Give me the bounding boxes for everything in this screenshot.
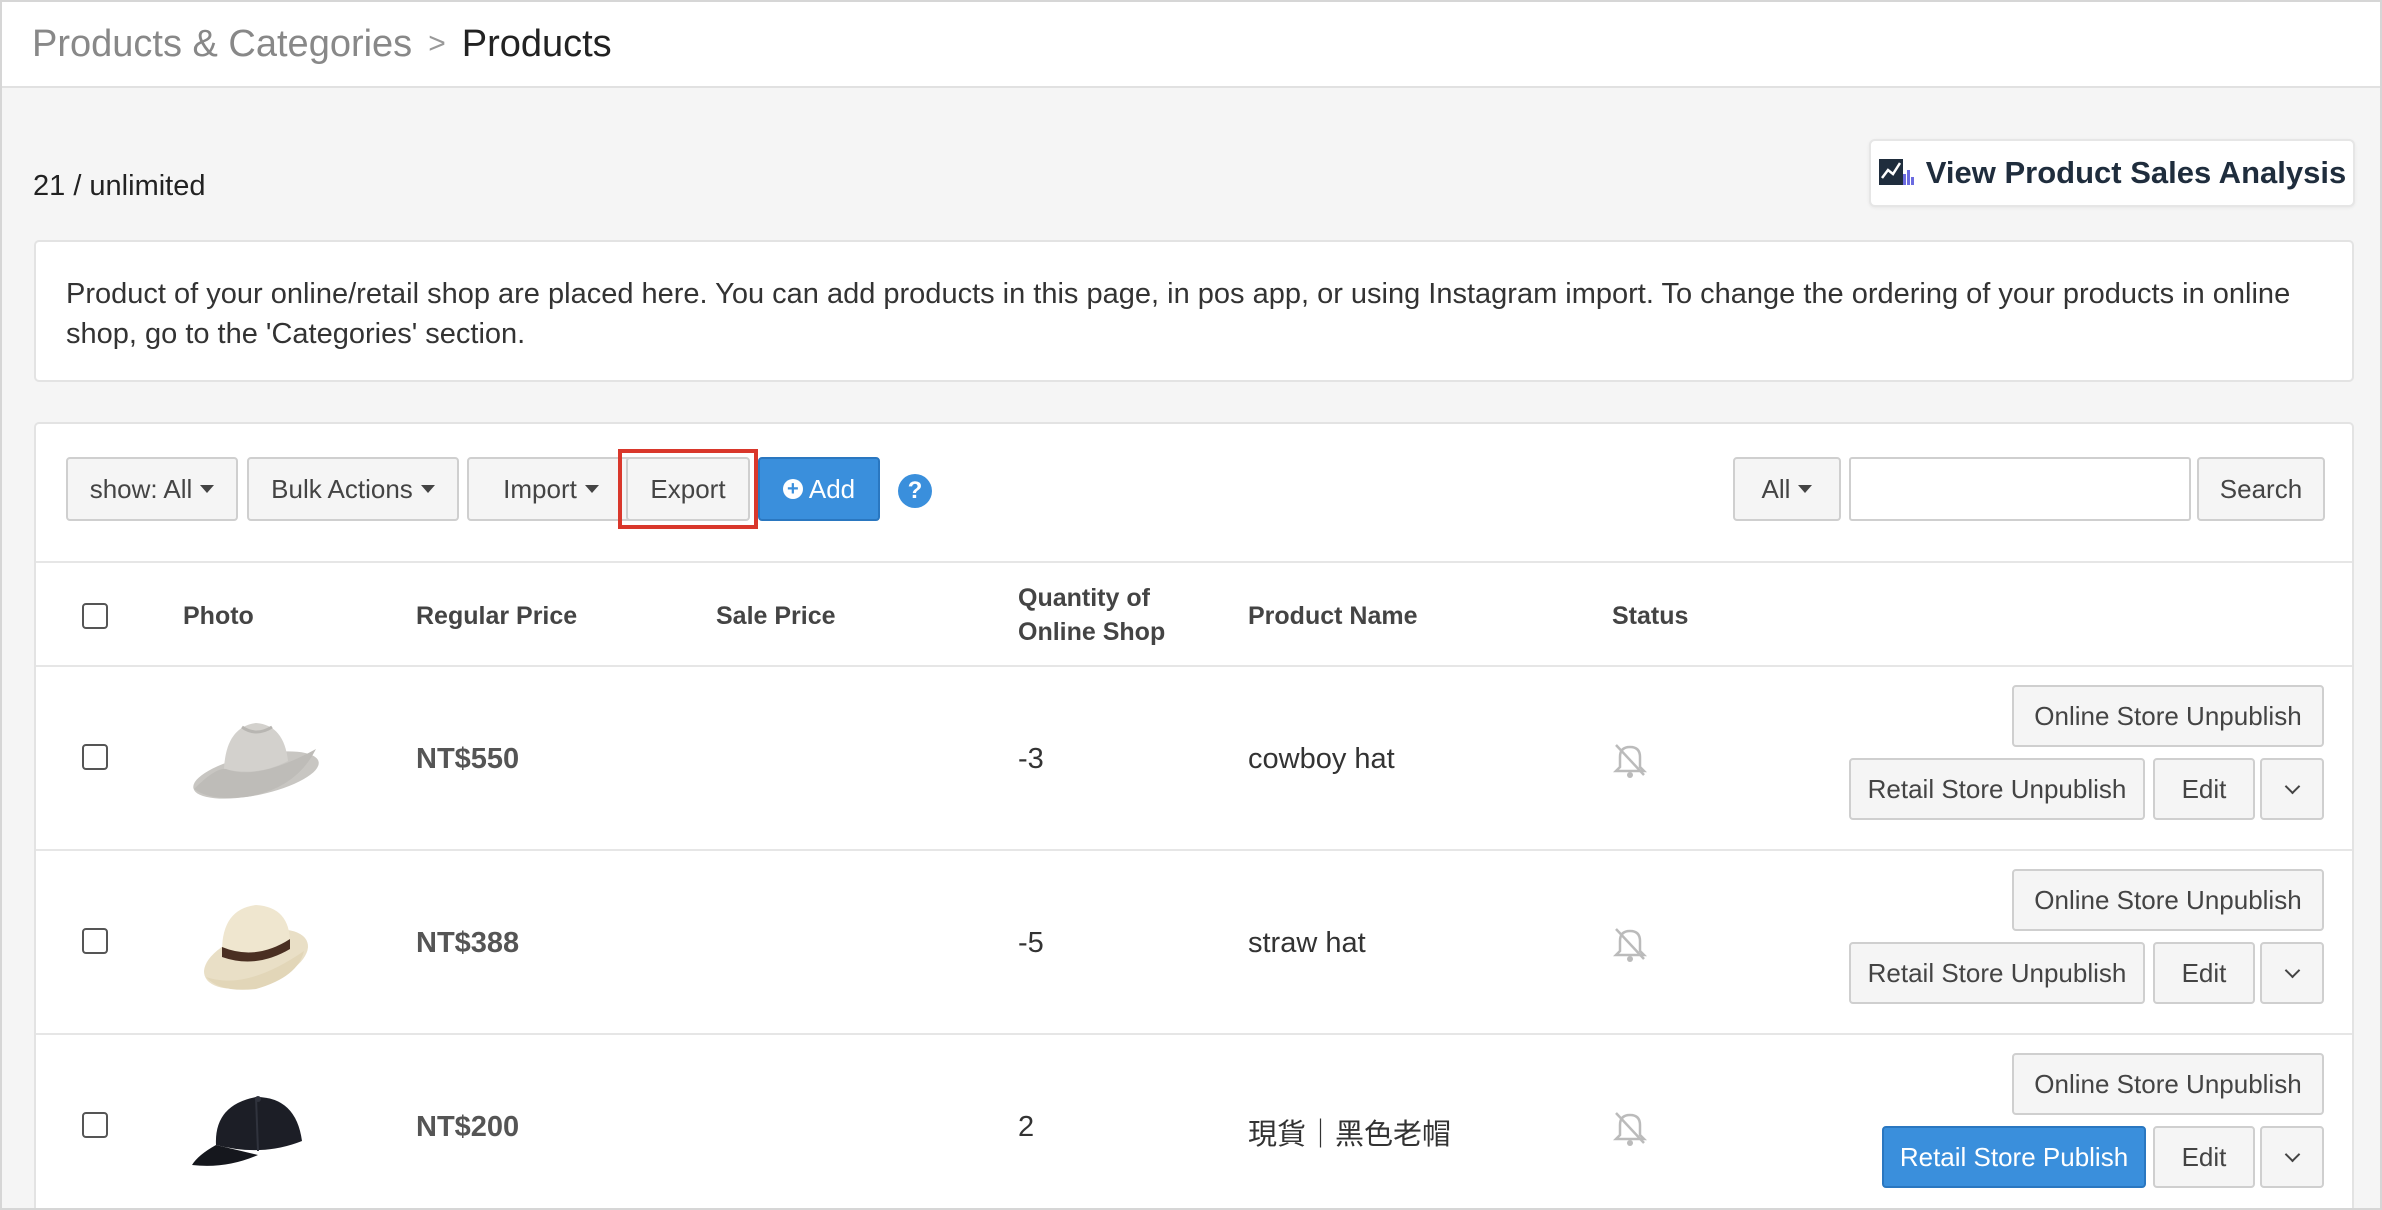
plus-circle-icon: + [782,479,803,499]
bell-off-icon[interactable] [1610,1107,1650,1147]
add-label: Add [808,473,856,504]
retail-store-publish-button[interactable]: Retail Store Publish [1882,1126,2146,1188]
online-store-action-label: Online Store Unpublish [2034,884,2302,915]
export-button[interactable]: Export [626,457,750,521]
page-title: Products [461,22,612,65]
edit-label: Edit [2181,957,2227,988]
row-more-dropdown[interactable] [2260,758,2324,820]
table-row: NT$200 2 現貨｜黑色老帽 Online Store Unpublish … [36,1035,2352,1208]
chart-icon [1878,159,1914,185]
import-dropdown[interactable]: Import [467,457,635,521]
column-quantity-line1: Quantity of [1018,584,1150,612]
bulk-actions-label: Bulk Actions [271,473,413,504]
product-name[interactable]: cowboy hat [1248,743,1395,776]
online-store-action-label: Online Store Unpublish [2034,700,2302,731]
edit-button[interactable]: Edit [2153,758,2255,820]
column-sale-price[interactable]: Sale Price [716,599,836,633]
bell-off-icon[interactable] [1610,739,1650,779]
online-store-unpublish-button[interactable]: Online Store Unpublish [2012,869,2324,931]
show-filter-label: show: All [89,473,193,504]
table-header: Photo Regular Price Sale Price Quantity … [36,561,2352,667]
quantity: -3 [1018,743,1044,775]
regular-price: NT$550 [416,743,520,775]
online-store-unpublish-button[interactable]: Online Store Unpublish [2012,685,2324,747]
chevron-down-icon [2284,962,2300,978]
import-label: Import [503,473,577,504]
column-quantity-line2: Online Shop [1018,618,1166,646]
retail-store-action-label: Retail Store Unpublish [1867,773,2127,804]
regular-price: NT$388 [416,927,520,959]
edit-button[interactable]: Edit [2153,1126,2255,1188]
row-more-dropdown[interactable] [2260,942,2324,1004]
search-button-label: Search [2219,473,2303,504]
column-quantity[interactable]: Quantity of Online Shop [1018,581,1165,649]
retail-store-action-label: Retail Store Unpublish [1867,957,2127,988]
help-icon[interactable]: ? [898,474,932,508]
column-photo: Photo [183,602,254,630]
add-product-button[interactable]: + Add [758,457,880,521]
column-product-name[interactable]: Product Name [1248,599,1417,633]
view-sales-analysis-button[interactable]: View Product Sales Analysis [1869,139,2355,207]
caret-down-icon [1798,485,1813,493]
row-checkbox[interactable] [82,928,108,954]
product-quota: 21 / unlimited [33,170,206,202]
cowboy-hat-image[interactable] [186,697,326,817]
quantity: 2 [1018,1111,1035,1143]
table-row: NT$388 -5 straw hat Online Store Unpubli… [36,851,2352,1035]
black-cap-image[interactable] [186,1065,326,1185]
online-store-action-label: Online Store Unpublish [2034,1068,2302,1099]
bulk-actions-dropdown[interactable]: Bulk Actions [247,457,459,521]
column-status: Status [1612,602,1689,630]
column-regular-price[interactable]: Regular Price [416,599,577,633]
caret-down-icon [200,485,215,493]
breadcrumb-separator: > [428,27,446,60]
online-store-unpublish-button[interactable]: Online Store Unpublish [2012,1053,2324,1115]
breadcrumb-parent-link[interactable]: Products & Categories [32,23,412,66]
edit-label: Edit [2181,773,2227,804]
row-more-dropdown[interactable] [2260,1126,2324,1188]
search-filter-dropdown[interactable]: All [1733,457,1841,521]
retail-store-unpublish-button[interactable]: Retail Store Unpublish [1849,758,2145,820]
info-text: Product of your online/retail shop are p… [66,278,2291,350]
retail-store-unpublish-button[interactable]: Retail Store Unpublish [1849,942,2145,1004]
search-input[interactable] [1849,457,2191,521]
select-all-checkbox[interactable] [82,603,108,629]
chevron-down-icon [2284,1146,2300,1162]
chevron-down-icon [2284,778,2300,794]
edit-label: Edit [2181,1141,2227,1172]
info-notice: Product of your online/retail shop are p… [34,240,2354,382]
row-checkbox[interactable] [82,1112,108,1138]
bell-off-icon[interactable] [1610,923,1650,963]
edit-button[interactable]: Edit [2153,942,2255,1004]
export-label: Export [650,473,726,504]
product-name[interactable]: 現貨｜黑色老帽 [1248,1111,1451,1153]
view-sales-analysis-label: View Product Sales Analysis [1925,155,2347,190]
caret-down-icon [420,485,435,493]
quantity: -5 [1018,927,1044,959]
straw-hat-image[interactable] [186,881,326,1001]
regular-price: NT$200 [416,1111,520,1143]
table-row: NT$550 -3 cowboy hat Online Store Unpubl… [36,667,2352,851]
app-window: Products & Categories > Products 21 / un… [0,0,2382,1210]
search-filter-label: All [1761,473,1791,504]
retail-store-action-label: Retail Store Publish [1899,1141,2129,1172]
row-checkbox[interactable] [82,744,108,770]
product-name[interactable]: straw hat [1248,927,1366,960]
breadcrumb: Products & Categories > Products [2,2,2380,88]
show-filter-dropdown[interactable]: show: All [66,457,238,521]
caret-down-icon [584,485,599,493]
products-panel: show: All Bulk Actions Import Export + A… [34,422,2354,1208]
search-button[interactable]: Search [2197,457,2325,521]
